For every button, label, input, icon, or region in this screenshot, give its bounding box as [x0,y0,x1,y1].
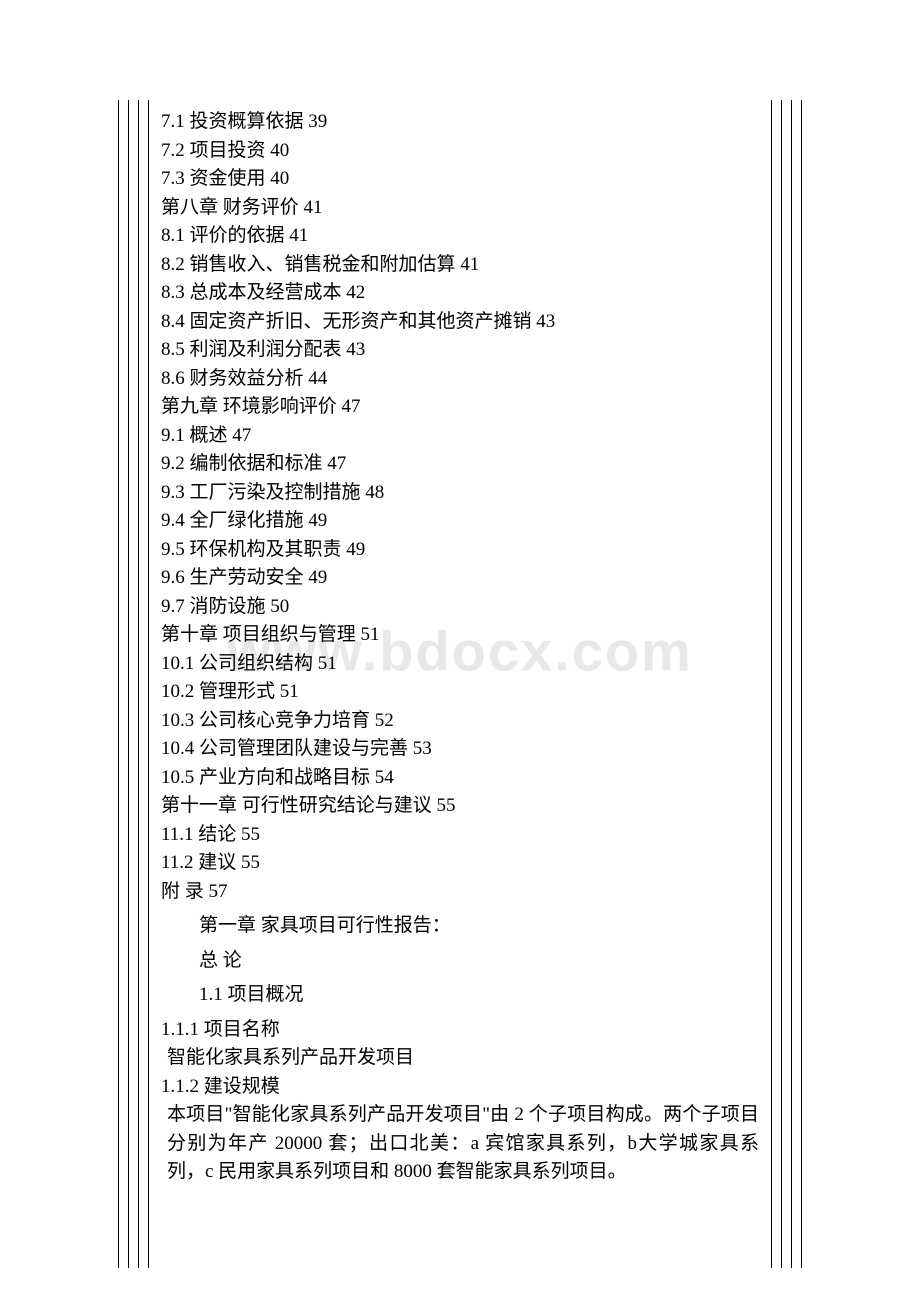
page-border-2: 7.1 投资概算依据 39 7.2 项目投资 40 7.3 资金使用 40 第八… [128,100,792,1268]
toc-entry: 8.3 总成本及经营成本 42 [161,279,759,308]
toc-entry: 7.3 资金使用 40 [161,165,759,194]
general-heading: 总 论 [161,947,759,976]
toc-entry: 10.1 公司组织结构 51 [161,650,759,679]
subsection-heading: 1.1.1 项目名称 [161,1016,759,1045]
body-block: 1.1.1 项目名称 智能化家具系列产品开发项目 1.1.2 建设规模 本项目"… [161,1016,759,1187]
toc-entry: 8.1 评价的依据 41 [161,222,759,251]
toc-entry: 9.1 概述 47 [161,422,759,451]
toc-entry: 11.2 建议 55 [161,849,759,878]
subsection-heading: 1.1.2 建设规模 [161,1073,759,1102]
body-paragraph: 本项目"智能化家具系列产品开发项目"由 2 个子项目构成。两个子项目分别为年产 … [161,1101,759,1187]
toc-entry: 9.4 全厂绿化措施 49 [161,507,759,536]
toc-entry: 第九章 环境影响评价 47 [161,393,759,422]
toc-entry: 9.3 工厂污染及控制措施 48 [161,479,759,508]
body-paragraph: 智能化家具系列产品开发项目 [161,1044,759,1073]
document-content: 7.1 投资概算依据 39 7.2 项目投资 40 7.3 资金使用 40 第八… [161,108,759,1260]
toc-entry: 8.5 利润及利润分配表 43 [161,336,759,365]
page-border-inner: 7.1 投资概算依据 39 7.2 项目投资 40 7.3 资金使用 40 第八… [148,100,772,1268]
toc-entry: 第八章 财务评价 41 [161,194,759,223]
toc-entry: 附 录 57 [161,878,759,907]
overview-heading: 1.1 项目概况 [161,981,759,1010]
toc-entry: 11.1 结论 55 [161,821,759,850]
toc-entry: 10.2 管理形式 51 [161,678,759,707]
page-border-outer: 7.1 投资概算依据 39 7.2 项目投资 40 7.3 资金使用 40 第八… [118,100,802,1268]
toc-entry: 10.4 公司管理团队建设与完善 53 [161,735,759,764]
toc-entry: 8.6 财务效益分析 44 [161,365,759,394]
toc-entry: 10.5 产业方向和战略目标 54 [161,764,759,793]
toc-entry: 7.2 项目投资 40 [161,137,759,166]
toc-entry: 第十一章 可行性研究结论与建议 55 [161,792,759,821]
toc-entry: 9.6 生产劳动安全 49 [161,564,759,593]
toc-entry: 9.5 环保机构及其职责 49 [161,536,759,565]
chapter-heading: 第一章 家具项目可行性报告： [161,912,759,941]
toc-entry: 8.2 销售收入、销售税金和附加估算 41 [161,251,759,280]
toc-entry: 10.3 公司核心竞争力培育 52 [161,707,759,736]
page-border-3: 7.1 投资概算依据 39 7.2 项目投资 40 7.3 资金使用 40 第八… [138,100,782,1268]
toc-entry: 8.4 固定资产折旧、无形资产和其他资产摊销 43 [161,308,759,337]
toc-entry: 9.2 编制依据和标准 47 [161,450,759,479]
toc-entry: 第十章 项目组织与管理 51 [161,621,759,650]
toc-block: 7.1 投资概算依据 39 7.2 项目投资 40 7.3 资金使用 40 第八… [161,108,759,906]
toc-entry: 9.7 消防设施 50 [161,593,759,622]
toc-entry: 7.1 投资概算依据 39 [161,108,759,137]
